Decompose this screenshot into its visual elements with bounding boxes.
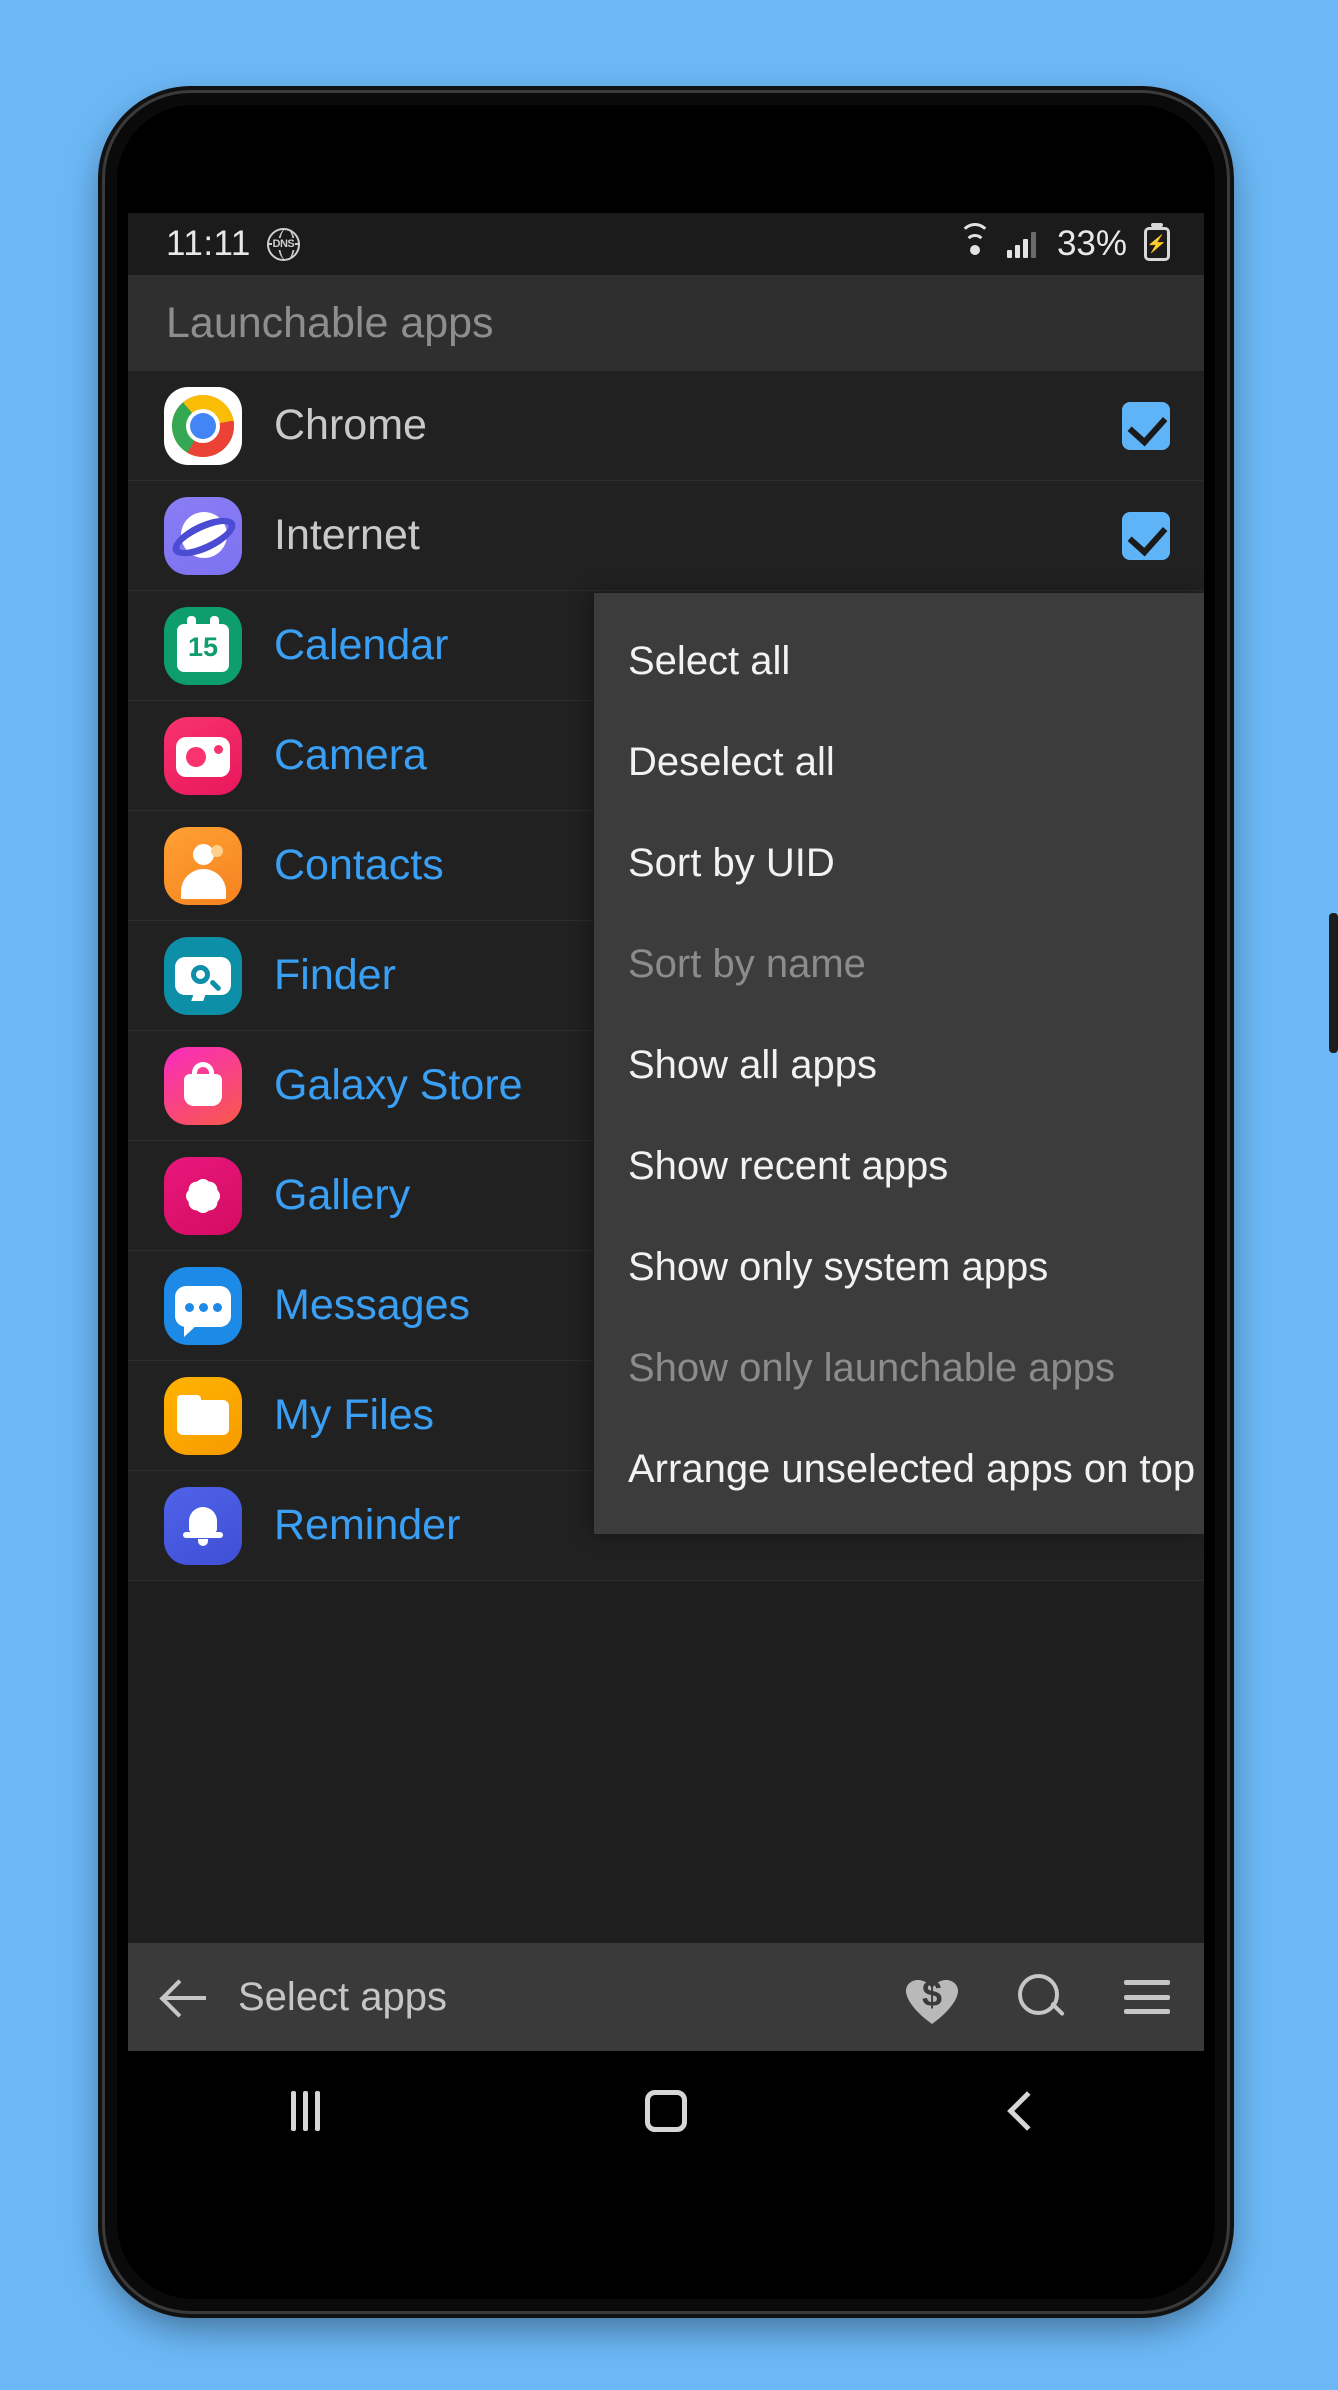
status-bar-clock: 11:11 (166, 224, 251, 263)
menu-item-show-recent-apps[interactable]: Show recent apps (594, 1116, 1204, 1217)
menu-item-sort-by-name: Sort by name (628, 942, 866, 986)
internet-icon (164, 496, 242, 575)
galaxy-store-icon (164, 1046, 242, 1125)
app-name-label: Contacts (274, 841, 444, 889)
status-bar-icons: 33% (958, 223, 1170, 264)
table-row[interactable]: Chrome (128, 371, 1204, 481)
dns-globe-icon: DNS (266, 227, 300, 261)
overflow-menu[interactable]: Select all Deselect all Sort by UID Sort… (594, 593, 1204, 1534)
battery-charging-icon (1144, 227, 1170, 261)
app-header: Launchable apps (128, 275, 1204, 371)
app-name-label: Finder (274, 951, 396, 999)
menu-item-show-only-system-apps[interactable]: Show only system apps (594, 1217, 1204, 1318)
search-icon[interactable] (1016, 1972, 1066, 2022)
app-name-label: Galaxy Store (274, 1061, 523, 1109)
battery-percent-label: 33% (1056, 224, 1127, 263)
power-button[interactable] (1329, 913, 1338, 1053)
app-name-label: Camera (274, 731, 427, 779)
menu-item-show-all-apps[interactable]: Show all apps (594, 1015, 1204, 1116)
donate-glyph: $ (921, 1973, 943, 2014)
status-bar: 11:11 DNS 33% (128, 213, 1204, 275)
calendar-icon: 15 (164, 606, 242, 685)
bottom-action-bar: Select apps $ (128, 1943, 1204, 2051)
menu-item-select-all[interactable]: Select all (594, 611, 1204, 712)
app-name-label: Chrome (274, 401, 427, 449)
menu-item-deselect-all[interactable]: Deselect all (594, 712, 1204, 813)
hamburger-menu-icon[interactable] (1124, 1980, 1170, 2014)
page-title: Launchable apps (166, 298, 494, 347)
nav-back-icon[interactable] (1007, 2091, 1047, 2131)
recents-icon[interactable] (290, 2091, 320, 2131)
bottom-bar-actions: $ (906, 1971, 1170, 2023)
screenshot-root: 11:11 DNS 33% Launchable apps Chrome (0, 0, 1338, 2390)
app-name-label: My Files (274, 1391, 435, 1439)
menu-item-sort-by-uid[interactable]: Sort by UID (594, 813, 1204, 914)
dns-label: DNS (271, 238, 296, 250)
finder-icon (164, 936, 242, 1015)
chrome-icon (164, 386, 242, 465)
messages-icon (164, 1266, 242, 1345)
table-row[interactable]: Internet (128, 481, 1204, 591)
heart-dollar-donate-icon[interactable]: $ (906, 1971, 958, 2023)
app-name-label: Reminder (274, 1501, 461, 1549)
app-name-label: Messages (274, 1281, 470, 1329)
bottom-bar-title: Select apps (238, 1974, 448, 2019)
home-icon[interactable] (645, 2090, 688, 2132)
menu-item-arrange-unselected-on-top[interactable]: Arrange unselected apps on top (594, 1419, 1204, 1520)
my-files-icon (164, 1376, 242, 1455)
app-name-label: Gallery (274, 1171, 411, 1219)
reminder-icon (164, 1486, 242, 1565)
phone-screen: 11:11 DNS 33% Launchable apps Chrome (128, 213, 1204, 2051)
app-name-label: Calendar (274, 621, 449, 669)
app-checkbox[interactable] (1122, 511, 1170, 560)
app-name-label: Internet (274, 511, 420, 559)
gallery-icon (164, 1156, 242, 1235)
wifi-icon (958, 223, 992, 257)
menu-item-show-only-launchable-apps: Show only launchable apps (628, 1346, 1116, 1390)
android-nav-bar (128, 2051, 1204, 2171)
cellular-signal-icon (1006, 231, 1036, 258)
camera-icon (164, 716, 242, 795)
app-checkbox[interactable] (1122, 401, 1170, 450)
back-arrow-icon[interactable] (158, 1970, 212, 2024)
contacts-icon (164, 826, 242, 905)
